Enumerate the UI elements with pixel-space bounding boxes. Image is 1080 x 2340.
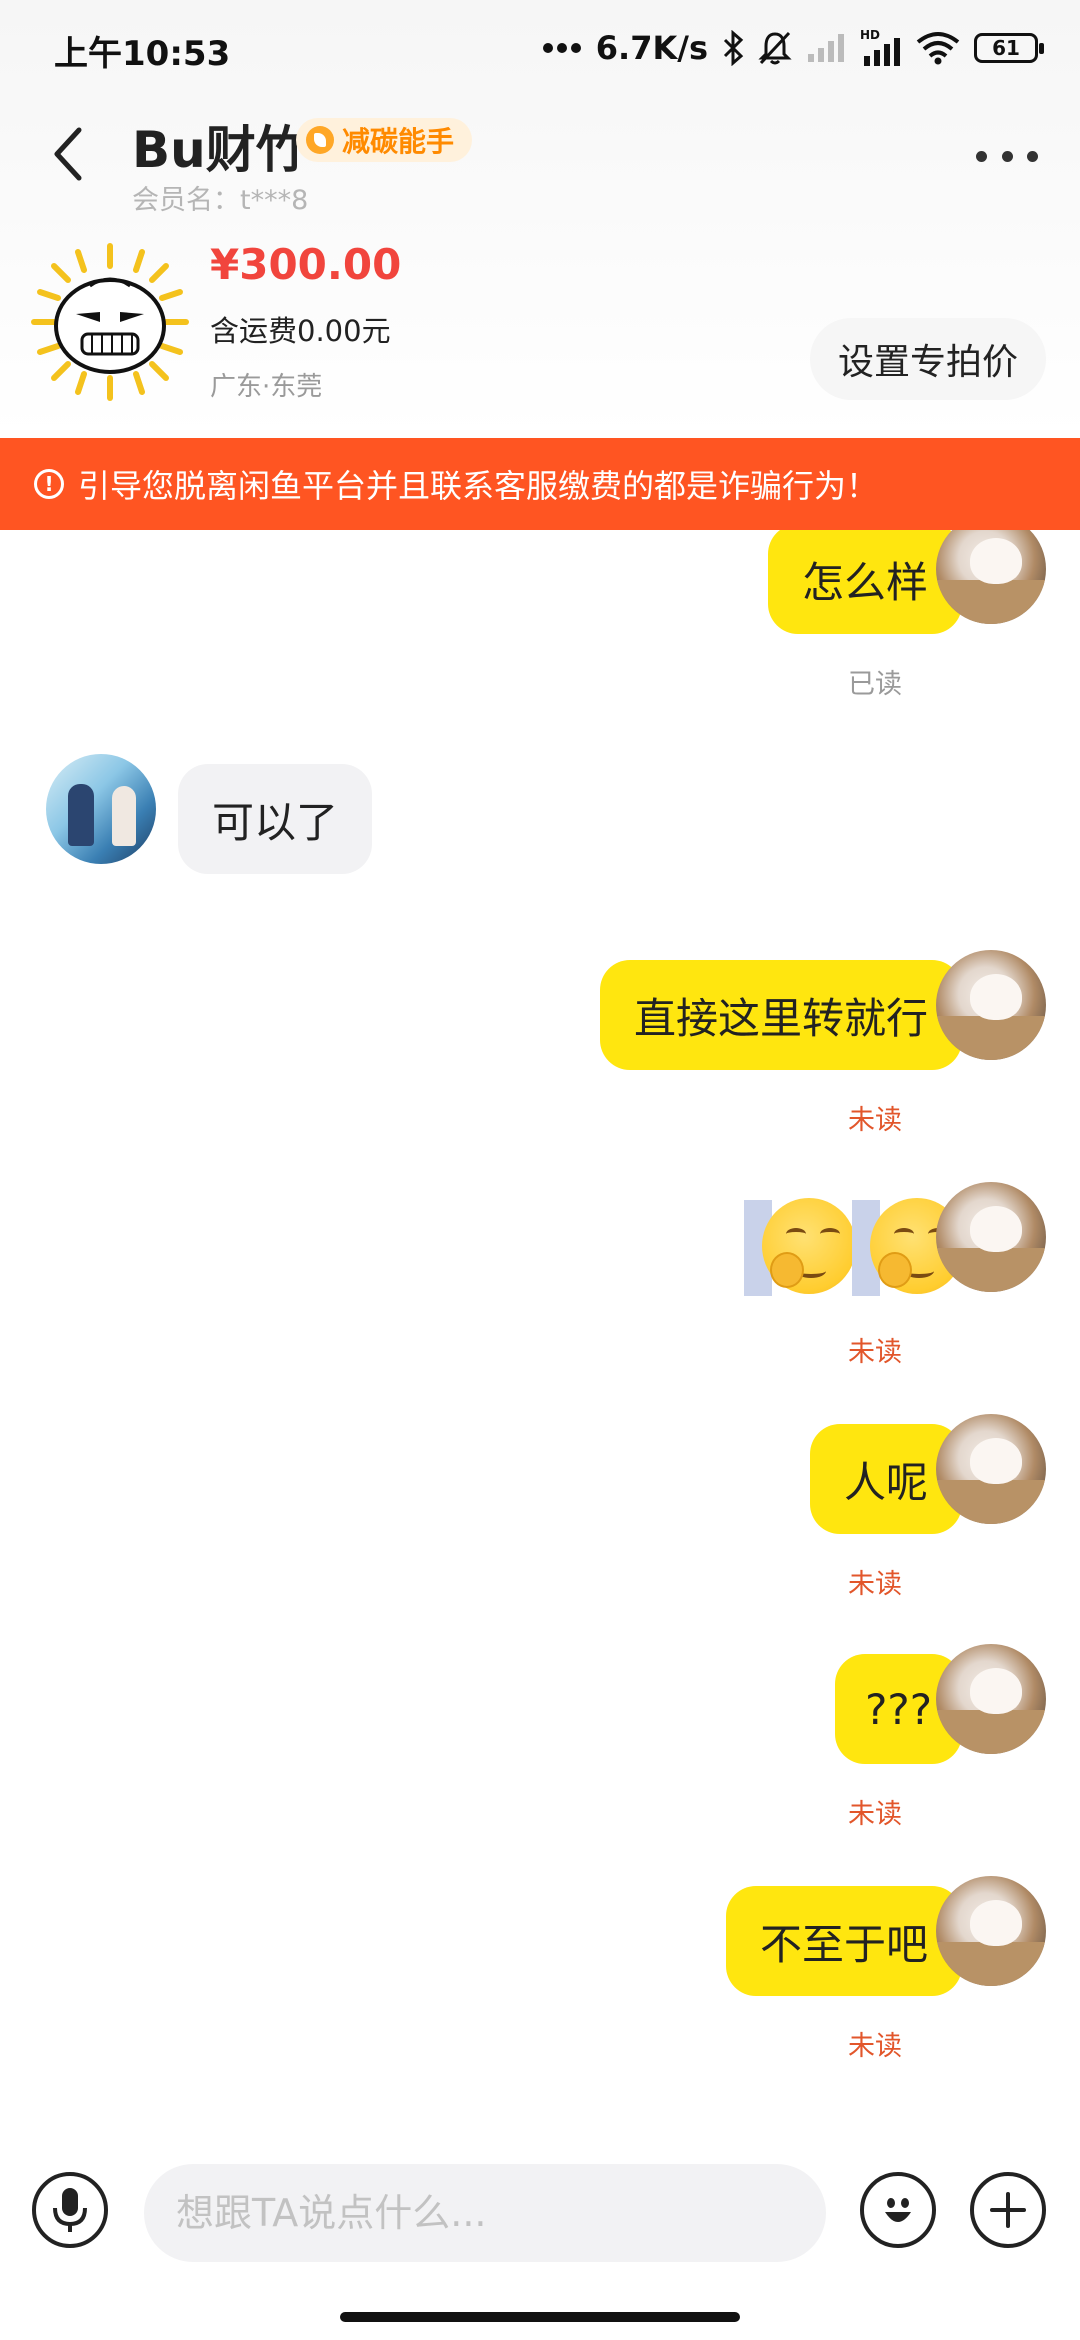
avatar-figure-shape <box>68 784 94 846</box>
avatar-box-shape <box>936 1710 1046 1754</box>
my-avatar[interactable] <box>936 1876 1046 1986</box>
avatar-box-shape <box>936 580 1046 624</box>
microphone-icon <box>53 2188 87 2232</box>
product-thumbnail[interactable] <box>30 242 190 402</box>
my-avatar[interactable] <box>936 530 1046 624</box>
seller-name[interactable]: Bu财竹 <box>132 110 306 182</box>
avatar-cat-shape <box>970 1900 1022 1946</box>
mute-icon <box>758 30 792 66</box>
status-time: 上午10:53 <box>54 34 231 74</box>
my-avatar[interactable] <box>936 950 1046 1060</box>
my-avatar[interactable] <box>936 1182 1046 1292</box>
eco-badge[interactable]: 减碳能手 <box>296 118 473 162</box>
more-options-button[interactable] <box>976 138 1038 174</box>
badge-label: 减碳能手 <box>342 125 455 158</box>
read-status: 未读 <box>848 1105 902 1136</box>
battery-level: 61 <box>992 36 1020 60</box>
my-avatar[interactable] <box>936 1644 1046 1754</box>
read-status: 未读 <box>848 1799 902 1830</box>
signal-icon <box>806 32 846 64</box>
product-price: ¥300.00 <box>210 240 402 289</box>
read-status: 已读 <box>848 669 902 700</box>
member-name: 会员名：t***8 <box>132 185 309 216</box>
fraud-warning-banner: ! 引导您脱离闲鱼平台并且联系客服缴费的都是诈骗行为！ <box>0 438 1080 530</box>
avatar-cat-shape <box>970 974 1022 1020</box>
avatar-box-shape <box>936 1248 1046 1292</box>
message-bubble-received[interactable]: 可以了 <box>178 764 373 874</box>
seller-avatar[interactable] <box>46 754 156 864</box>
smiley-icon <box>885 2198 911 2222</box>
plus-icon <box>990 2192 1026 2228</box>
more-dot-icon <box>976 150 987 162</box>
alert-icon: ! <box>34 469 64 499</box>
product-shipping: 含运费0.00元 <box>210 314 391 348</box>
set-special-price-button[interactable]: 设置专拍价 <box>809 318 1046 400</box>
avatar-cat-shape <box>970 1438 1022 1484</box>
read-status: 未读 <box>848 1337 902 1368</box>
voice-button[interactable] <box>32 2172 108 2248</box>
input-bar <box>0 2150 1080 2280</box>
message-bubble-sent[interactable]: 不至于吧 <box>725 1886 962 1996</box>
more-actions-button[interactable] <box>970 2172 1046 2248</box>
hd-signal-icon: HD <box>860 28 902 68</box>
chevron-left-icon <box>54 127 82 181</box>
home-indicator[interactable] <box>340 2312 740 2322</box>
back-button[interactable] <box>40 122 96 186</box>
read-status: 未读 <box>848 1569 902 1600</box>
wifi-icon <box>916 31 960 65</box>
bluetooth-icon <box>722 30 744 66</box>
emoji-message[interactable] <box>744 1198 964 1298</box>
avatar-cat-shape <box>970 538 1022 584</box>
battery-icon: 61 <box>974 33 1044 63</box>
message-bubble-sent[interactable]: 直接这里转就行 <box>599 960 962 1070</box>
smirk-emoji-icon <box>744 1198 856 1298</box>
read-status: 未读 <box>848 2031 902 2062</box>
chat-messages[interactable]: 怎么样 已读 可以了 直接这里转就行 未读 未读 人呢 未读 ??? 未读 不至… <box>0 530 1080 2150</box>
my-avatar[interactable] <box>936 1414 1046 1524</box>
more-dot-icon <box>1027 150 1038 162</box>
svg-text:HD: HD <box>860 28 880 42</box>
avatar-cat-shape <box>970 1668 1022 1714</box>
product-location: 广东·东莞 <box>210 372 323 402</box>
avatar-box-shape <box>936 1480 1046 1524</box>
avatar-box-shape <box>936 1016 1046 1060</box>
status-icons: 6.7K/s HD 61 <box>542 26 1044 70</box>
status-bar: 上午10:53 6.7K/s HD 61 <box>0 0 1080 96</box>
leaf-icon <box>306 126 334 154</box>
more-dot-icon <box>1001 150 1013 162</box>
avatar-box-shape <box>936 1942 1046 1986</box>
emoji-button[interactable] <box>860 2172 936 2248</box>
more-dots-icon <box>542 43 581 53</box>
network-speed: 6.7K/s <box>595 29 708 67</box>
avatar-figure-shape <box>112 786 136 846</box>
avatar-cat-shape <box>970 1206 1022 1252</box>
message-bubble-sent[interactable]: 怎么样 <box>767 530 962 634</box>
warning-text: 引导您脱离闲鱼平台并且联系客服缴费的都是诈骗行为！ <box>78 467 879 505</box>
message-input[interactable] <box>144 2164 826 2262</box>
